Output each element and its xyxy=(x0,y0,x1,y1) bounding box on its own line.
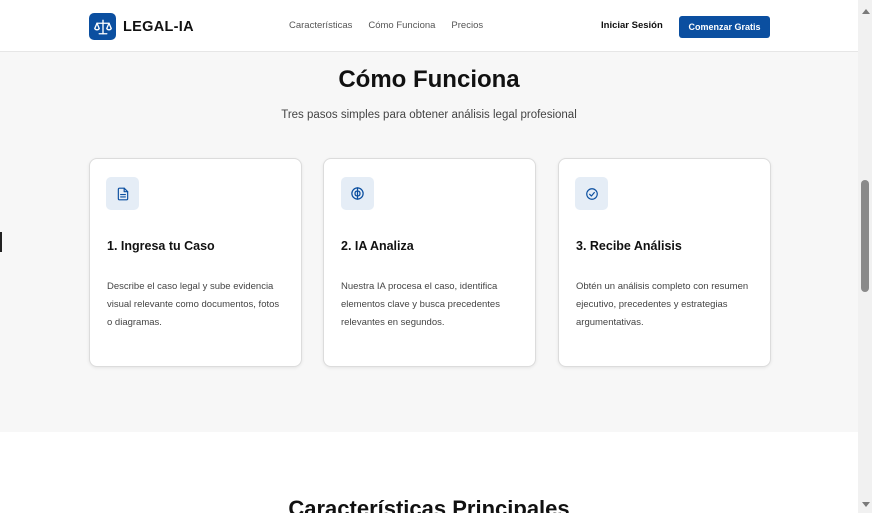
section-subtitle: Tres pasos simples para obtener análisis… xyxy=(281,109,577,121)
features-title: Características Principales xyxy=(288,496,570,513)
step-card-2: 2. IA Analiza Nuestra IA procesa el caso… xyxy=(323,158,536,367)
section-title: Cómo Funciona xyxy=(338,66,520,93)
nav-link-caracteristicas[interactable]: Características xyxy=(289,20,352,31)
text-cursor xyxy=(0,232,2,252)
check-circle-icon xyxy=(575,177,608,210)
scales-icon xyxy=(89,13,116,40)
scrollbar-thumb[interactable] xyxy=(861,180,869,292)
step-description: Describe el caso legal y sube evidencia … xyxy=(107,281,280,328)
brain-icon xyxy=(341,177,374,210)
scroll-up-icon[interactable] xyxy=(862,9,870,14)
scroll-down-icon[interactable] xyxy=(862,502,870,507)
step-title: 2. IA Analiza xyxy=(341,239,414,253)
step-description: Nuestra IA procesa el caso, identifica e… xyxy=(341,281,500,328)
scrollbar[interactable] xyxy=(858,0,872,513)
step-title: 1. Ingresa tu Caso xyxy=(107,239,215,253)
brand-logo[interactable]: LEGAL-IA xyxy=(89,13,194,40)
brand-name: LEGAL-IA xyxy=(123,18,194,35)
start-free-button[interactable]: Comenzar Gratis xyxy=(679,16,770,38)
step-card-1: 1. Ingresa tu Caso Describe el caso lega… xyxy=(89,158,302,367)
step-description: Obtén un análisis completo con resumen e… xyxy=(576,281,749,328)
main-nav: Características Cómo Funciona Precios xyxy=(289,20,483,31)
navbar: LEGAL-IA Características Cómo Funciona P… xyxy=(0,0,858,52)
step-card-3: 3. Recibe Análisis Obtén un análisis com… xyxy=(558,158,771,367)
step-title: 3. Recibe Análisis xyxy=(576,239,682,253)
document-icon xyxy=(106,177,139,210)
nav-link-precios[interactable]: Precios xyxy=(451,20,483,31)
nav-link-como-funciona[interactable]: Cómo Funciona xyxy=(368,20,435,31)
login-link[interactable]: Iniciar Sesión xyxy=(601,20,663,31)
